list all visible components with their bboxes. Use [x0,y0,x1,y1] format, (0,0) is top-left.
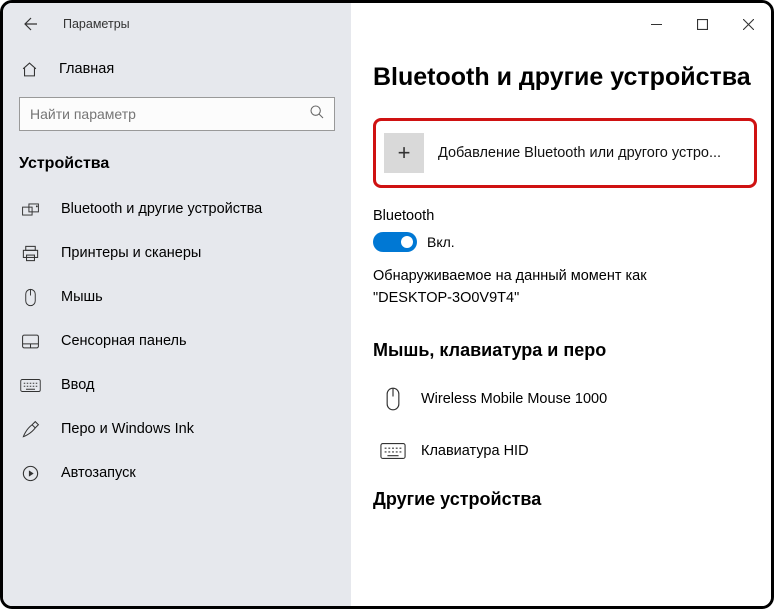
devices-icon [19,200,41,219]
add-device-button[interactable]: + Добавление Bluetooth или другого устро… [384,129,746,177]
maximize-icon [697,19,708,30]
sidebar-item-label: Ввод [61,377,94,393]
printer-icon [19,244,41,263]
bluetooth-toggle[interactable]: Вкл. [373,232,771,252]
window-controls [633,3,771,45]
toggle-knob [401,236,413,248]
sidebar: Главная Устройства Bluetooth и другие ус… [3,45,351,606]
body: Главная Устройства Bluetooth и другие ус… [3,45,771,606]
titlebar-right [351,3,771,45]
search-wrap [19,97,335,131]
search-input[interactable] [19,97,335,131]
sidebar-item-bluetooth[interactable]: Bluetooth и другие устройства [3,187,351,231]
sidebar-item-mouse[interactable]: Мышь [3,275,351,319]
keyboard-icon [19,378,41,393]
device-row-mouse[interactable]: Wireless Mobile Mouse 1000 [373,375,771,423]
titlebar-left: Параметры [3,3,351,45]
sidebar-item-label: Мышь [61,289,103,305]
window-title: Параметры [63,17,130,31]
close-icon [743,19,754,30]
sidebar-section-title: Устройства [3,145,351,187]
sidebar-item-label: Сенсорная панель [61,333,187,349]
back-arrow-icon [22,15,40,33]
sidebar-item-printers[interactable]: Принтеры и сканеры [3,231,351,275]
device-label: Wireless Mobile Mouse 1000 [421,391,607,407]
sidebar-item-label: Автозапуск [61,465,136,481]
sidebar-item-typing[interactable]: Ввод [3,363,351,407]
discoverable-text: Обнаруживаемое на данный момент как "DES… [373,266,771,310]
titlebar: Параметры [3,3,771,45]
content-area: Bluetooth и другие устройства + Добавлен… [351,45,771,606]
device-label: Клавиатура HID [421,443,529,459]
back-button[interactable] [15,8,47,40]
bluetooth-label: Bluetooth [373,208,771,224]
toggle-switch [373,232,417,252]
plus-icon: + [384,133,424,173]
mouse-device-icon [373,386,413,412]
touchpad-icon [19,333,41,350]
sidebar-item-pen[interactable]: Перо и Windows Ink [3,407,351,451]
maximize-button[interactable] [679,3,725,45]
page-title: Bluetooth и другие устройства [373,63,771,92]
device-row-keyboard[interactable]: Клавиатура HID [373,427,771,475]
minimize-icon [651,19,662,30]
other-devices-heading: Другие устройства [373,489,771,510]
toggle-state-label: Вкл. [427,234,455,250]
pen-icon [19,420,41,439]
keyboard-device-icon [373,442,413,460]
autoplay-icon [19,464,41,483]
sidebar-item-label: Перо и Windows Ink [61,421,194,437]
settings-window: Параметры Главная [0,0,774,609]
sidebar-item-touchpad[interactable]: Сенсорная панель [3,319,351,363]
sidebar-item-autoplay[interactable]: Автозапуск [3,451,351,495]
sidebar-item-label: Bluetooth и другие устройства [61,201,262,217]
highlight-annotation: + Добавление Bluetooth или другого устро… [373,118,757,188]
minimize-button[interactable] [633,3,679,45]
home-icon [19,61,39,78]
mouse-keyboard-heading: Мышь, клавиатура и перо [373,340,771,361]
add-device-label: Добавление Bluetooth или другого устро..… [438,145,746,161]
sidebar-item-label: Принтеры и сканеры [61,245,201,261]
search-icon [309,104,325,120]
nav-list: Bluetooth и другие устройства Принтеры и… [3,187,351,495]
nav-home-label: Главная [59,61,114,77]
close-button[interactable] [725,3,771,45]
mouse-icon [19,288,41,307]
nav-home[interactable]: Главная [3,51,351,87]
